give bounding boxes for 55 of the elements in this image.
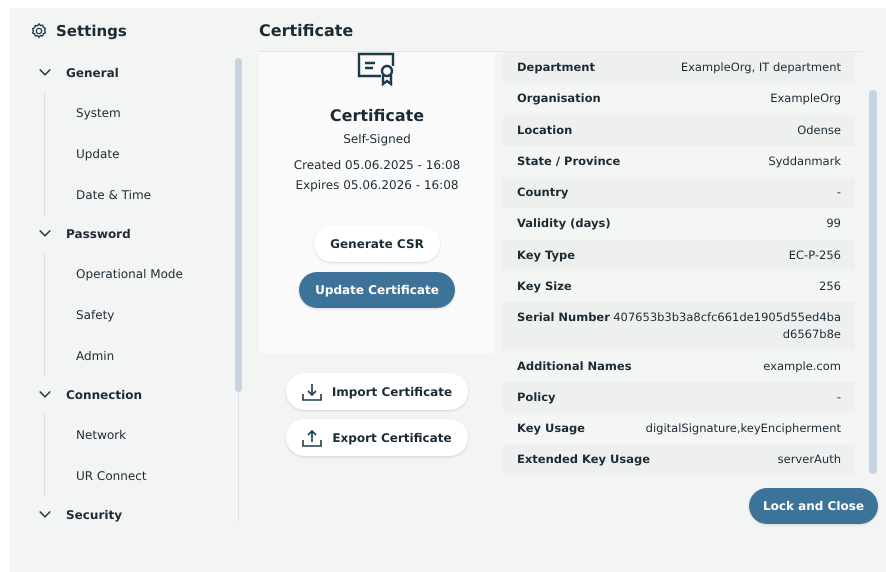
page-title: Certificate	[259, 20, 354, 42]
sidebar-item[interactable]: Admin	[45, 335, 233, 376]
sidebar-item[interactable]: Date & Time	[45, 174, 233, 215]
detail-value: 256	[819, 278, 841, 295]
detail-label: State / Province	[517, 152, 620, 170]
detail-label: Additional Names	[517, 358, 632, 374]
detail-label: Key Usage	[517, 420, 585, 437]
sidebar-item[interactable]: Network	[45, 414, 233, 455]
detail-value: digitalSignature,keyEncipherment	[646, 420, 841, 437]
update-certificate-button[interactable]: Update Certificate	[299, 272, 455, 308]
export-button[interactable]: Export Certificate	[286, 419, 468, 456]
sidebar-item[interactable]: System	[45, 92, 233, 133]
download-icon	[302, 382, 322, 400]
upload-icon	[302, 428, 322, 446]
lock-and-close-button[interactable]: Lock and Close	[748, 488, 878, 524]
settings-icon	[30, 22, 48, 40]
detail-value: -	[836, 184, 841, 201]
sidebar-group[interactable]: General	[38, 54, 233, 92]
detail-label: Key Size	[517, 278, 572, 295]
sidebar-item[interactable]: UR Connect	[45, 455, 233, 496]
detail-label: Policy	[517, 388, 556, 406]
card-title: Certificate	[330, 105, 424, 127]
detail-value: ExampleOrg, IT department	[680, 59, 841, 76]
detail-value: EC-P-256	[788, 246, 841, 264]
detail-value: Odense	[797, 122, 841, 138]
sidebar-group[interactable]: Password	[38, 215, 233, 253]
detail-label: Country	[517, 184, 568, 201]
sidebar-group[interactable]: Security	[38, 496, 233, 526]
expiry-date: Expires 05.06.2026 - 16:08	[295, 177, 458, 194]
scrollbar-thumb[interactable]	[234, 58, 242, 392]
import-button[interactable]: Import Certificate	[286, 373, 468, 410]
card-subtitle: Self-Signed	[343, 131, 411, 148]
detail-value: -	[836, 388, 841, 406]
certificate-icon	[357, 52, 397, 86]
detail-label: Key Type	[517, 246, 576, 264]
window-title: Settings	[56, 20, 127, 42]
detail-value: ExampleOrg	[770, 90, 841, 108]
sidebar-item[interactable]: Safety	[45, 294, 233, 335]
sidebar-item[interactable]: Update	[45, 133, 233, 174]
detail-value: 407653b3b3a8cfc661de1905d55ed4bad6567b8e	[612, 309, 841, 344]
detail-label: Serial Number	[517, 309, 610, 326]
scrollbar-thumb[interactable]	[869, 90, 877, 474]
detail-value: example.com	[763, 358, 841, 374]
detail-label: Location	[517, 122, 572, 138]
sidebar-item[interactable]: Operational Mode	[45, 253, 233, 294]
detail-value: 99	[826, 215, 841, 232]
created-date: Created 05.06.2025 - 16:08	[294, 157, 460, 174]
detail-label: Validity (days)	[517, 215, 611, 232]
detail-label: Department	[517, 59, 595, 76]
detail-label: Extended Key Usage	[517, 451, 650, 468]
generate-csr-button[interactable]: Generate CSR	[314, 226, 440, 262]
detail-value: serverAuth	[778, 451, 841, 468]
sidebar-group[interactable]: Connection	[38, 376, 233, 414]
detail-value: Syddanmark	[768, 152, 841, 170]
detail-label: Organisation	[517, 90, 601, 108]
